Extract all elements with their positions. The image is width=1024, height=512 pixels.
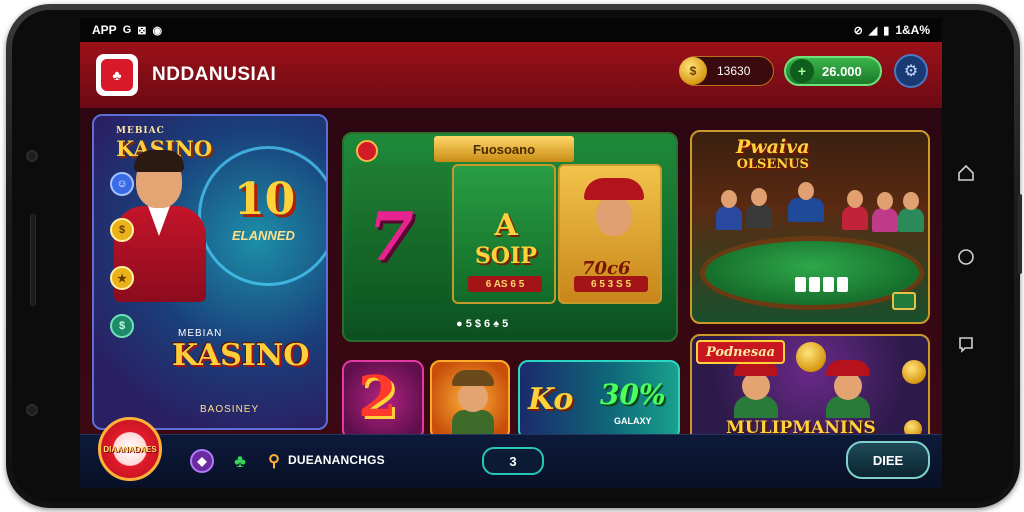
status-battery-text: 1&A% — [895, 23, 930, 37]
bottom-bar: DIAANADAES ◆ ♣ ⚲ DUEANANCHGS 3 DIEE — [80, 417, 942, 488]
playing-card-icon — [823, 277, 834, 292]
poker-table — [700, 236, 924, 310]
cash-balance-button[interactable]: + 26.000 — [784, 56, 882, 86]
slot-ribbon: Fuosoano — [434, 136, 574, 162]
player-character-icon — [824, 360, 872, 418]
side-chip-icon[interactable]: ☺ — [110, 172, 134, 196]
gift-icon[interactable]: ◆ — [190, 449, 214, 473]
seven-symbol-icon: 7 — [368, 198, 414, 276]
game-tile-number: 2 — [358, 364, 397, 430]
bottom-menu-label[interactable]: DUEANANCHGS — [288, 453, 385, 467]
front-camera — [26, 150, 38, 162]
notification-icon: ◉ — [152, 24, 163, 37]
banner-number: 10 — [234, 174, 296, 225]
multiplayer-tile[interactable]: Podnesaa MULIPMANINS — [690, 334, 930, 446]
banner-top-small: MEBIAC — [116, 126, 165, 136]
character-icon — [584, 178, 644, 248]
game-tile-bonus[interactable]: Ko 30% GALAXY — [518, 360, 680, 440]
poker-player — [842, 190, 868, 230]
app-header: ♣ NDDANUSIAI $ 13630 + 26.000 ⚙ — [80, 42, 942, 108]
game-tile-bonus-sub: GALAXY — [614, 416, 652, 426]
logo-mark-icon: ♣ — [101, 59, 133, 91]
poker-player — [788, 182, 824, 222]
home-nav-icon[interactable] — [956, 163, 976, 183]
notification-icon: ⊠ — [137, 24, 147, 37]
search-icon[interactable]: ⚲ — [262, 449, 286, 473]
slot-center-symbol: A SOIP — [464, 208, 548, 269]
game-tile-bonus-b: 30% — [600, 378, 666, 411]
bottom-logo-button[interactable]: DIAANADAES — [98, 417, 162, 481]
game-lobby: MEBIAC KASINO 10 ELANNED ☺ $ ★ $ MEBIAN … — [80, 108, 942, 446]
sensor — [26, 404, 38, 416]
slot-center-b: SOIP — [475, 243, 537, 269]
gold-coin-icon — [796, 342, 826, 372]
circle-nav-icon[interactable] — [956, 247, 976, 267]
miner-character-icon — [450, 370, 496, 436]
poker-title-text: Pwaiva — [736, 136, 810, 158]
bottom-logo-text: DIAANADAES — [103, 444, 157, 454]
notification-icon: G — [122, 24, 132, 36]
battery-icon: ▮ — [883, 24, 890, 37]
signal-icon: ◢ — [868, 24, 878, 37]
playing-card-icon — [837, 277, 848, 292]
slot-reel: A SOIP 6 AS 6 5 — [452, 164, 556, 304]
poker-player — [872, 192, 898, 232]
status-app-label: APP — [92, 23, 117, 37]
side-chip-icon[interactable]: ★ — [110, 266, 134, 290]
back-nav-icon[interactable] — [956, 334, 976, 354]
banner-bottom-text: BAOSINEY — [200, 404, 260, 415]
location-icon: ⊘ — [853, 24, 863, 37]
slot-controls[interactable]: ● 5 $ 6 ♠ 5 — [456, 318, 508, 330]
clover-icon[interactable]: ♣ — [228, 449, 252, 473]
poker-player — [898, 192, 924, 232]
slot-reel: 70c6 6 5 3 S 5 — [558, 164, 662, 304]
reel-payline-label: 6 5 3 S 5 — [574, 276, 648, 292]
side-chip-icon[interactable]: $ — [110, 218, 134, 242]
bottom-right-button[interactable]: DIEE — [846, 441, 930, 479]
playing-card-icon — [795, 277, 806, 292]
cash-balance-value: 26.000 — [822, 63, 862, 79]
coin-icon: $ — [679, 57, 707, 85]
banner-kasino-logo: KASINO — [172, 338, 310, 373]
banner-subtitle: ELANNED — [232, 228, 295, 243]
player-character-icon — [732, 360, 780, 418]
coin-balance-value: 13630 — [717, 64, 751, 78]
poker-subtitle: OLSENUS — [736, 157, 809, 172]
poker-title: Pwaiva OLSENUS — [736, 138, 810, 174]
plus-cash-icon: + — [790, 59, 814, 83]
speaker-grill — [30, 214, 36, 306]
poker-player — [746, 188, 772, 228]
chip-stack-icon — [892, 292, 916, 310]
multiplayer-badge: Podnesaa — [696, 340, 786, 364]
slot-reel: 7 — [350, 164, 448, 304]
reel-payline-label: 6 AS 6 5 — [468, 276, 542, 292]
slot-game-tile[interactable]: Fuosoano 7 A SOIP 6 AS 6 5 70c6 6 5 3 S … — [342, 132, 678, 342]
game-tile-2[interactable]: 2 — [342, 360, 424, 440]
slot-center-a: A — [494, 208, 518, 243]
gold-coin-icon — [902, 360, 926, 384]
volume-button — [1018, 194, 1022, 274]
slot-badge-icon — [356, 140, 378, 162]
side-chip-icon[interactable]: $ — [110, 314, 134, 338]
status-bar: APP G ⊠ ◉ ⊘ ◢ ▮ 1&A% — [80, 18, 942, 42]
profile-icon[interactable]: ⚙ — [894, 54, 928, 88]
game-tile-miner[interactable] — [430, 360, 510, 440]
poker-player — [716, 190, 742, 230]
coin-balance[interactable]: $ 13630 — [679, 56, 774, 86]
poker-game-tile[interactable]: Pwaiva OLSENUS — [690, 130, 930, 324]
game-tile-bonus-a: Ko — [528, 382, 574, 417]
kasino-banner[interactable]: MEBIAC KASINO 10 ELANNED ☺ $ ★ $ MEBIAN … — [92, 114, 328, 430]
app-title: NDDANUSIAI — [152, 64, 277, 85]
playing-card-icon — [809, 277, 820, 292]
app-logo[interactable]: ♣ — [96, 54, 138, 96]
bottom-center-button[interactable]: 3 — [482, 447, 544, 475]
app-screen: APP G ⊠ ◉ ⊘ ◢ ▮ 1&A% ♣ NDDANUSIAI $ 1363… — [80, 18, 942, 488]
